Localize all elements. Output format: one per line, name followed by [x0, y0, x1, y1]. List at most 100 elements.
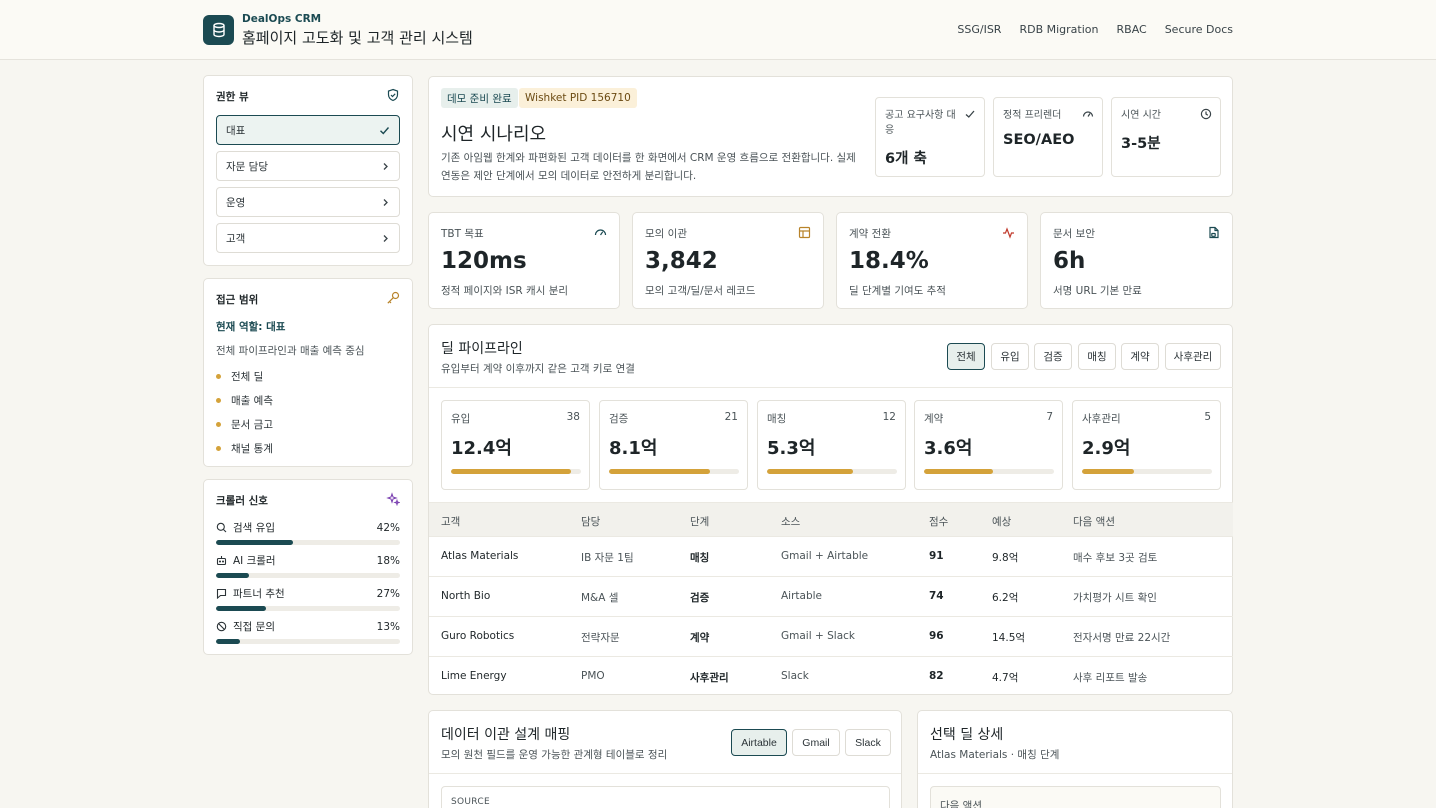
- cell-forecast: 4.7억: [992, 672, 1019, 684]
- column-header-stage[interactable]: 단계: [690, 514, 709, 529]
- signal-progress-track: [216, 639, 400, 644]
- filter-aftercare-button[interactable]: 사후관리: [1165, 343, 1221, 370]
- role-option-customer[interactable]: 고객: [216, 223, 400, 253]
- scope-item-label: 채널 통계: [231, 443, 273, 455]
- role-option-ceo[interactable]: 대표: [216, 115, 400, 145]
- kpi-subtext: 모의 고객/딜/문서 레코드: [645, 285, 756, 297]
- nav-link-rbac[interactable]: RBAC: [1117, 23, 1147, 36]
- kpi-tbt: TBT 목표 120ms 정적 페이지와 ISR 캐시 분리: [428, 212, 620, 309]
- filter-matching-button[interactable]: 매칭: [1078, 343, 1116, 370]
- role-view-title: 권한 뷰: [216, 91, 249, 103]
- message-icon: [216, 588, 227, 599]
- stage-name: 계약: [924, 413, 944, 425]
- cell-source: Gmail + Slack: [781, 630, 855, 642]
- nav-link-rdb-migration[interactable]: RDB Migration: [1019, 23, 1098, 36]
- cell-customer: Atlas Materials: [441, 550, 519, 562]
- scenario-description: 기존 아임웹 한계와 파편화된 고객 데이터를 한 화면에서 CRM 운영 흐름…: [441, 152, 856, 182]
- pipeline-subtitle: 유입부터 계약 이후까지 같은 고객 키로 연결: [441, 363, 635, 375]
- data-mapping-panel: 데이터 이관 설계 매핑 모의 원천 필드를 운영 가능한 관계형 테이블로 정…: [428, 710, 902, 808]
- cell-next-action: 매수 후보 3곳 검토: [1073, 552, 1158, 564]
- stat-value: 3-5분: [1121, 136, 1161, 152]
- cell-score: 96: [929, 630, 944, 642]
- stage-amount: 2.9억: [1082, 438, 1131, 459]
- scope-item: 전체 딜: [216, 369, 263, 384]
- globe-icon: [216, 621, 227, 632]
- stage-card-inflow[interactable]: 유입 38 12.4억: [441, 400, 590, 490]
- table-row[interactable]: Atlas Materials IB 자문 1팀 매칭 Gmail + Airt…: [429, 537, 1233, 577]
- source-label: SOURCE: [451, 797, 490, 807]
- access-scope-title: 접근 범위: [216, 294, 259, 306]
- stat-label: 공고 요구사항 대응: [885, 110, 956, 136]
- nav-link-ssg-isr[interactable]: SSG/ISR: [957, 23, 1001, 36]
- column-header-forecast[interactable]: 예상: [992, 514, 1011, 529]
- cell-next-action: 사후 리포트 발송: [1073, 672, 1148, 684]
- cell-customer: Lime Energy: [441, 670, 507, 682]
- cell-source: Slack: [781, 670, 809, 682]
- kpi-doc-security: 문서 보안 6h 서명 URL 기본 만료: [1040, 212, 1233, 309]
- stage-amount: 12.4억: [451, 438, 512, 459]
- nav-link-secure-docs[interactable]: Secure Docs: [1165, 23, 1233, 36]
- signal-value: 13%: [376, 620, 400, 633]
- column-header-owner[interactable]: 담당: [581, 514, 600, 529]
- stage-count: 12: [882, 411, 896, 423]
- filter-all-button[interactable]: 전체: [947, 343, 985, 370]
- stat-prerender: 정적 프리렌더 SEO/AEO: [993, 97, 1103, 177]
- gauge-icon: [1082, 111, 1094, 117]
- signal-label: 검색 유입: [233, 522, 275, 534]
- role-option-operations[interactable]: 운영: [216, 187, 400, 217]
- filter-verify-button[interactable]: 검증: [1034, 343, 1072, 370]
- stage-card-contract[interactable]: 계약 7 3.6억: [914, 400, 1063, 490]
- filter-inflow-button[interactable]: 유입: [991, 343, 1029, 370]
- check-icon: [380, 126, 390, 135]
- cell-owner: M&A 셀: [581, 592, 619, 604]
- cell-owner: PMO: [581, 670, 605, 682]
- crawler-signals-panel: 크롤러 신호 검색 유입 42% AI 크롤러 18% 파트너 추천 27% 직…: [203, 479, 413, 655]
- stage-progress-track: [767, 469, 897, 474]
- stage-progress-track: [1082, 469, 1212, 474]
- signal-label: 파트너 추천: [233, 588, 285, 600]
- source-airtable-button[interactable]: Airtable: [731, 729, 787, 756]
- bullet-dot: [216, 422, 221, 427]
- detail-title: 선택 딜 상세: [930, 727, 1004, 743]
- stage-progress-track: [451, 469, 581, 474]
- signal-label: AI 크롤러: [233, 555, 276, 567]
- kpi-subtext: 딜 단계별 기여도 추적: [849, 285, 946, 297]
- kpi-value: 6h: [1053, 248, 1086, 274]
- column-header-next-action[interactable]: 다음 액션: [1073, 514, 1115, 529]
- bullet-dot: [216, 398, 221, 403]
- mapping-title: 데이터 이관 설계 매핑: [441, 727, 571, 743]
- cell-next-action: 전자서명 만료 22시간: [1073, 632, 1171, 644]
- stage-card-matching[interactable]: 매칭 12 5.3억: [757, 400, 906, 490]
- signal-value: 42%: [376, 521, 400, 534]
- column-header-score[interactable]: 점수: [929, 514, 948, 529]
- filter-contract-button[interactable]: 계약: [1121, 343, 1159, 370]
- deal-detail-panel: 선택 딜 상세 Atlas Materials · 매칭 단계 다음 액션: [917, 710, 1233, 808]
- stage-amount: 5.3억: [767, 438, 816, 459]
- table-row[interactable]: Guro Robotics 전략자문 계약 Gmail + Slack 96 1…: [429, 617, 1233, 657]
- role-option-advisor[interactable]: 자문 담당: [216, 151, 400, 181]
- stage-card-verify[interactable]: 검증 21 8.1억: [599, 400, 748, 490]
- table-row[interactable]: North Bio M&A 셀 검증 Airtable 74 6.2억 가치평가…: [429, 577, 1233, 617]
- role-option-label: 자문 담당: [226, 160, 268, 173]
- deal-pipeline-panel: 딜 파이프라인 유입부터 계약 이후까지 같은 고객 키로 연결 전체 유입 검…: [428, 324, 1233, 695]
- stage-card-aftercare[interactable]: 사후관리 5 2.9억: [1072, 400, 1221, 490]
- stat-demo-time: 시연 시간 3-5분: [1111, 97, 1221, 177]
- divider: [918, 773, 1232, 774]
- stage-name: 사후관리: [1082, 413, 1121, 425]
- cell-score: 91: [929, 550, 944, 562]
- cell-owner: 전략자문: [581, 632, 620, 644]
- stage-count: 5: [1204, 411, 1211, 423]
- table-row[interactable]: Lime Energy PMO 사후관리 Slack 82 4.7억 사후 리포…: [429, 657, 1233, 697]
- scope-description: 전체 파이프라인과 매출 예측 중심: [216, 345, 365, 357]
- scope-item: 매출 예측: [216, 393, 273, 408]
- column-header-source[interactable]: 소스: [781, 514, 800, 529]
- column-header-customer[interactable]: 고객: [441, 514, 460, 529]
- next-action-box: 다음 액션: [930, 786, 1221, 808]
- source-gmail-button[interactable]: Gmail: [792, 729, 840, 756]
- pid-badge: Wishket PID 156710: [519, 88, 637, 108]
- table-header: 고객 담당 단계 소스 점수 예상 다음 액션: [429, 502, 1233, 537]
- role-option-label: 대표: [226, 124, 246, 137]
- source-slack-button[interactable]: Slack: [845, 729, 891, 756]
- cell-owner: IB 자문 1팀: [581, 552, 634, 564]
- scope-item: 채널 통계: [216, 441, 273, 456]
